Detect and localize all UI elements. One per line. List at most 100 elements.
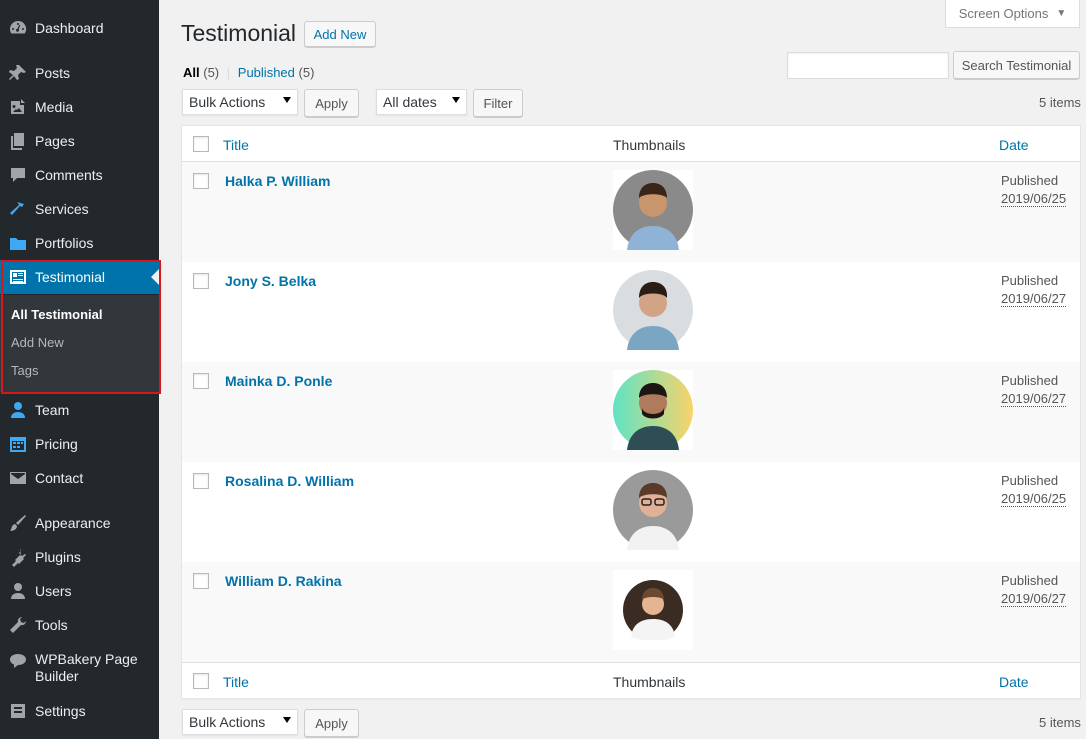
menu-tools[interactable]: Tools [0, 608, 159, 642]
menu-portfolios[interactable]: Portfolios [0, 226, 159, 260]
row-title-link[interactable]: Mainka D. Ponle [225, 373, 332, 389]
view-published-link[interactable]: Published [238, 65, 295, 80]
menu-services[interactable]: Services [0, 192, 159, 226]
menu-plugins[interactable]: Plugins [0, 540, 159, 574]
row-status: Published [1001, 473, 1059, 488]
avatar [613, 170, 693, 250]
avatar [613, 370, 693, 450]
submenu-add-new[interactable]: Add New [11, 335, 64, 350]
row-date: 2019/06/25 [1001, 491, 1067, 507]
menu-label: Plugins [35, 548, 81, 565]
row-title-link[interactable]: Rosalina D. William [225, 473, 354, 489]
column-title[interactable]: Title [223, 137, 249, 153]
row-checkbox[interactable] [193, 173, 209, 189]
select-arrow-icon [452, 97, 460, 103]
row-date: 2019/06/27 [1001, 291, 1067, 307]
menu-team[interactable]: Team [0, 393, 159, 427]
menu-pricing[interactable]: Pricing [0, 427, 159, 461]
bulk-actions-select-top[interactable]: Bulk Actions [182, 89, 298, 115]
menu-label: Testimonial [35, 268, 106, 285]
select-all-checkbox[interactable] [193, 136, 209, 152]
table-row: Rosalina D. William Published 2019/06/25 [182, 462, 1080, 562]
menu-users[interactable]: Users [0, 574, 159, 608]
view-all-count: (5) [203, 65, 220, 80]
bulk-actions-select-bottom[interactable]: Bulk Actions [182, 709, 298, 735]
comment-icon [0, 165, 35, 185]
bulk-actions-value: Bulk Actions [189, 714, 266, 730]
row-title-link[interactable]: William D. Rakina [225, 573, 342, 589]
testimonial-table: Title Thumbnails Date Halka P. William P… [181, 125, 1081, 699]
table-row: William D. Rakina Published 2019/06/27 [182, 562, 1080, 662]
menu-posts[interactable]: Posts [0, 56, 159, 90]
avatar [613, 470, 693, 550]
menu-label: Pricing [35, 435, 78, 452]
items-count-top: 5 items [1039, 95, 1081, 110]
select-all-checkbox-footer[interactable] [193, 673, 209, 689]
wrench-icon [0, 615, 35, 635]
date-filter-select[interactable]: All dates [376, 89, 467, 115]
bulk-actions-value: Bulk Actions [189, 94, 266, 110]
screen-options-button[interactable]: Screen Options ▼ [945, 0, 1080, 28]
person-icon [0, 400, 35, 420]
chat-bubble-icon [0, 650, 35, 670]
avatar [613, 270, 693, 350]
caret-down-icon: ▼ [1056, 8, 1067, 19]
column-date-footer[interactable]: Date [999, 674, 1029, 690]
view-filters: All (5) | Published (5) [183, 65, 314, 80]
screen-options-label: Screen Options [958, 6, 1049, 21]
menu-label: Users [35, 582, 72, 599]
menu-label: Team [35, 401, 70, 418]
hammer-icon [0, 199, 35, 219]
apply-button-top[interactable]: Apply [304, 89, 359, 117]
menu-contact[interactable]: Contact [0, 461, 159, 495]
row-checkbox[interactable] [193, 373, 209, 389]
admin-sidebar: Dashboard Posts Media Pages Comments Ser… [0, 0, 161, 739]
row-date: 2019/06/27 [1001, 391, 1067, 407]
items-count-bottom: 5 items [1039, 715, 1081, 730]
testimonial-submenu: All Testimonial Add New Tags [0, 295, 159, 392]
column-date[interactable]: Date [999, 137, 1029, 153]
menu-testimonial[interactable]: Testimonial [0, 260, 159, 294]
menu-wpbakery[interactable]: WPBakery Page Builder [0, 642, 159, 694]
search-testimonial-button[interactable]: Search Testimonial [953, 51, 1080, 79]
menu-label: Tools [35, 616, 68, 633]
column-thumbnails: Thumbnails [613, 137, 686, 153]
view-all-link[interactable]: All [183, 65, 200, 80]
row-checkbox[interactable] [193, 573, 209, 589]
row-checkbox[interactable] [193, 473, 209, 489]
search-input[interactable] [787, 52, 949, 79]
row-checkbox[interactable] [193, 273, 209, 289]
menu-media[interactable]: Media [0, 90, 159, 124]
apply-button-bottom[interactable]: Apply [304, 709, 359, 737]
submenu-tags[interactable]: Tags [11, 363, 38, 378]
select-arrow-icon [283, 97, 291, 103]
mail-icon [0, 468, 35, 488]
menu-label: WPBakery Page Builder [35, 651, 138, 684]
menu-dashboard[interactable]: Dashboard [0, 11, 159, 45]
calendar-icon [0, 434, 35, 454]
row-title-link[interactable]: Halka P. William [225, 173, 330, 189]
menu-label: Comments [35, 166, 103, 183]
menu-label: Portfolios [35, 234, 94, 251]
column-title-footer[interactable]: Title [223, 674, 249, 690]
menu-pages[interactable]: Pages [0, 124, 159, 158]
menu-appearance[interactable]: Appearance [0, 506, 159, 540]
menu-settings[interactable]: Settings [0, 694, 159, 728]
folder-icon [0, 233, 35, 253]
add-new-button[interactable]: Add New [304, 21, 376, 47]
submenu-all-testimonial[interactable]: All Testimonial [11, 307, 103, 322]
row-date: 2019/06/27 [1001, 591, 1067, 607]
menu-label: Appearance [35, 514, 111, 531]
view-separator: | [226, 65, 231, 80]
row-title-link[interactable]: Jony S. Belka [225, 273, 316, 289]
row-status: Published [1001, 573, 1059, 588]
plug-icon [0, 547, 35, 567]
view-published-count: (5) [298, 65, 315, 80]
filter-button[interactable]: Filter [473, 89, 523, 117]
table-footer: Title Thumbnails Date [182, 662, 1080, 698]
select-arrow-icon [283, 717, 291, 723]
settings-icon [0, 701, 35, 721]
menu-comments[interactable]: Comments [0, 158, 159, 192]
table-header: Title Thumbnails Date [182, 126, 1080, 162]
media-icon [0, 97, 35, 117]
